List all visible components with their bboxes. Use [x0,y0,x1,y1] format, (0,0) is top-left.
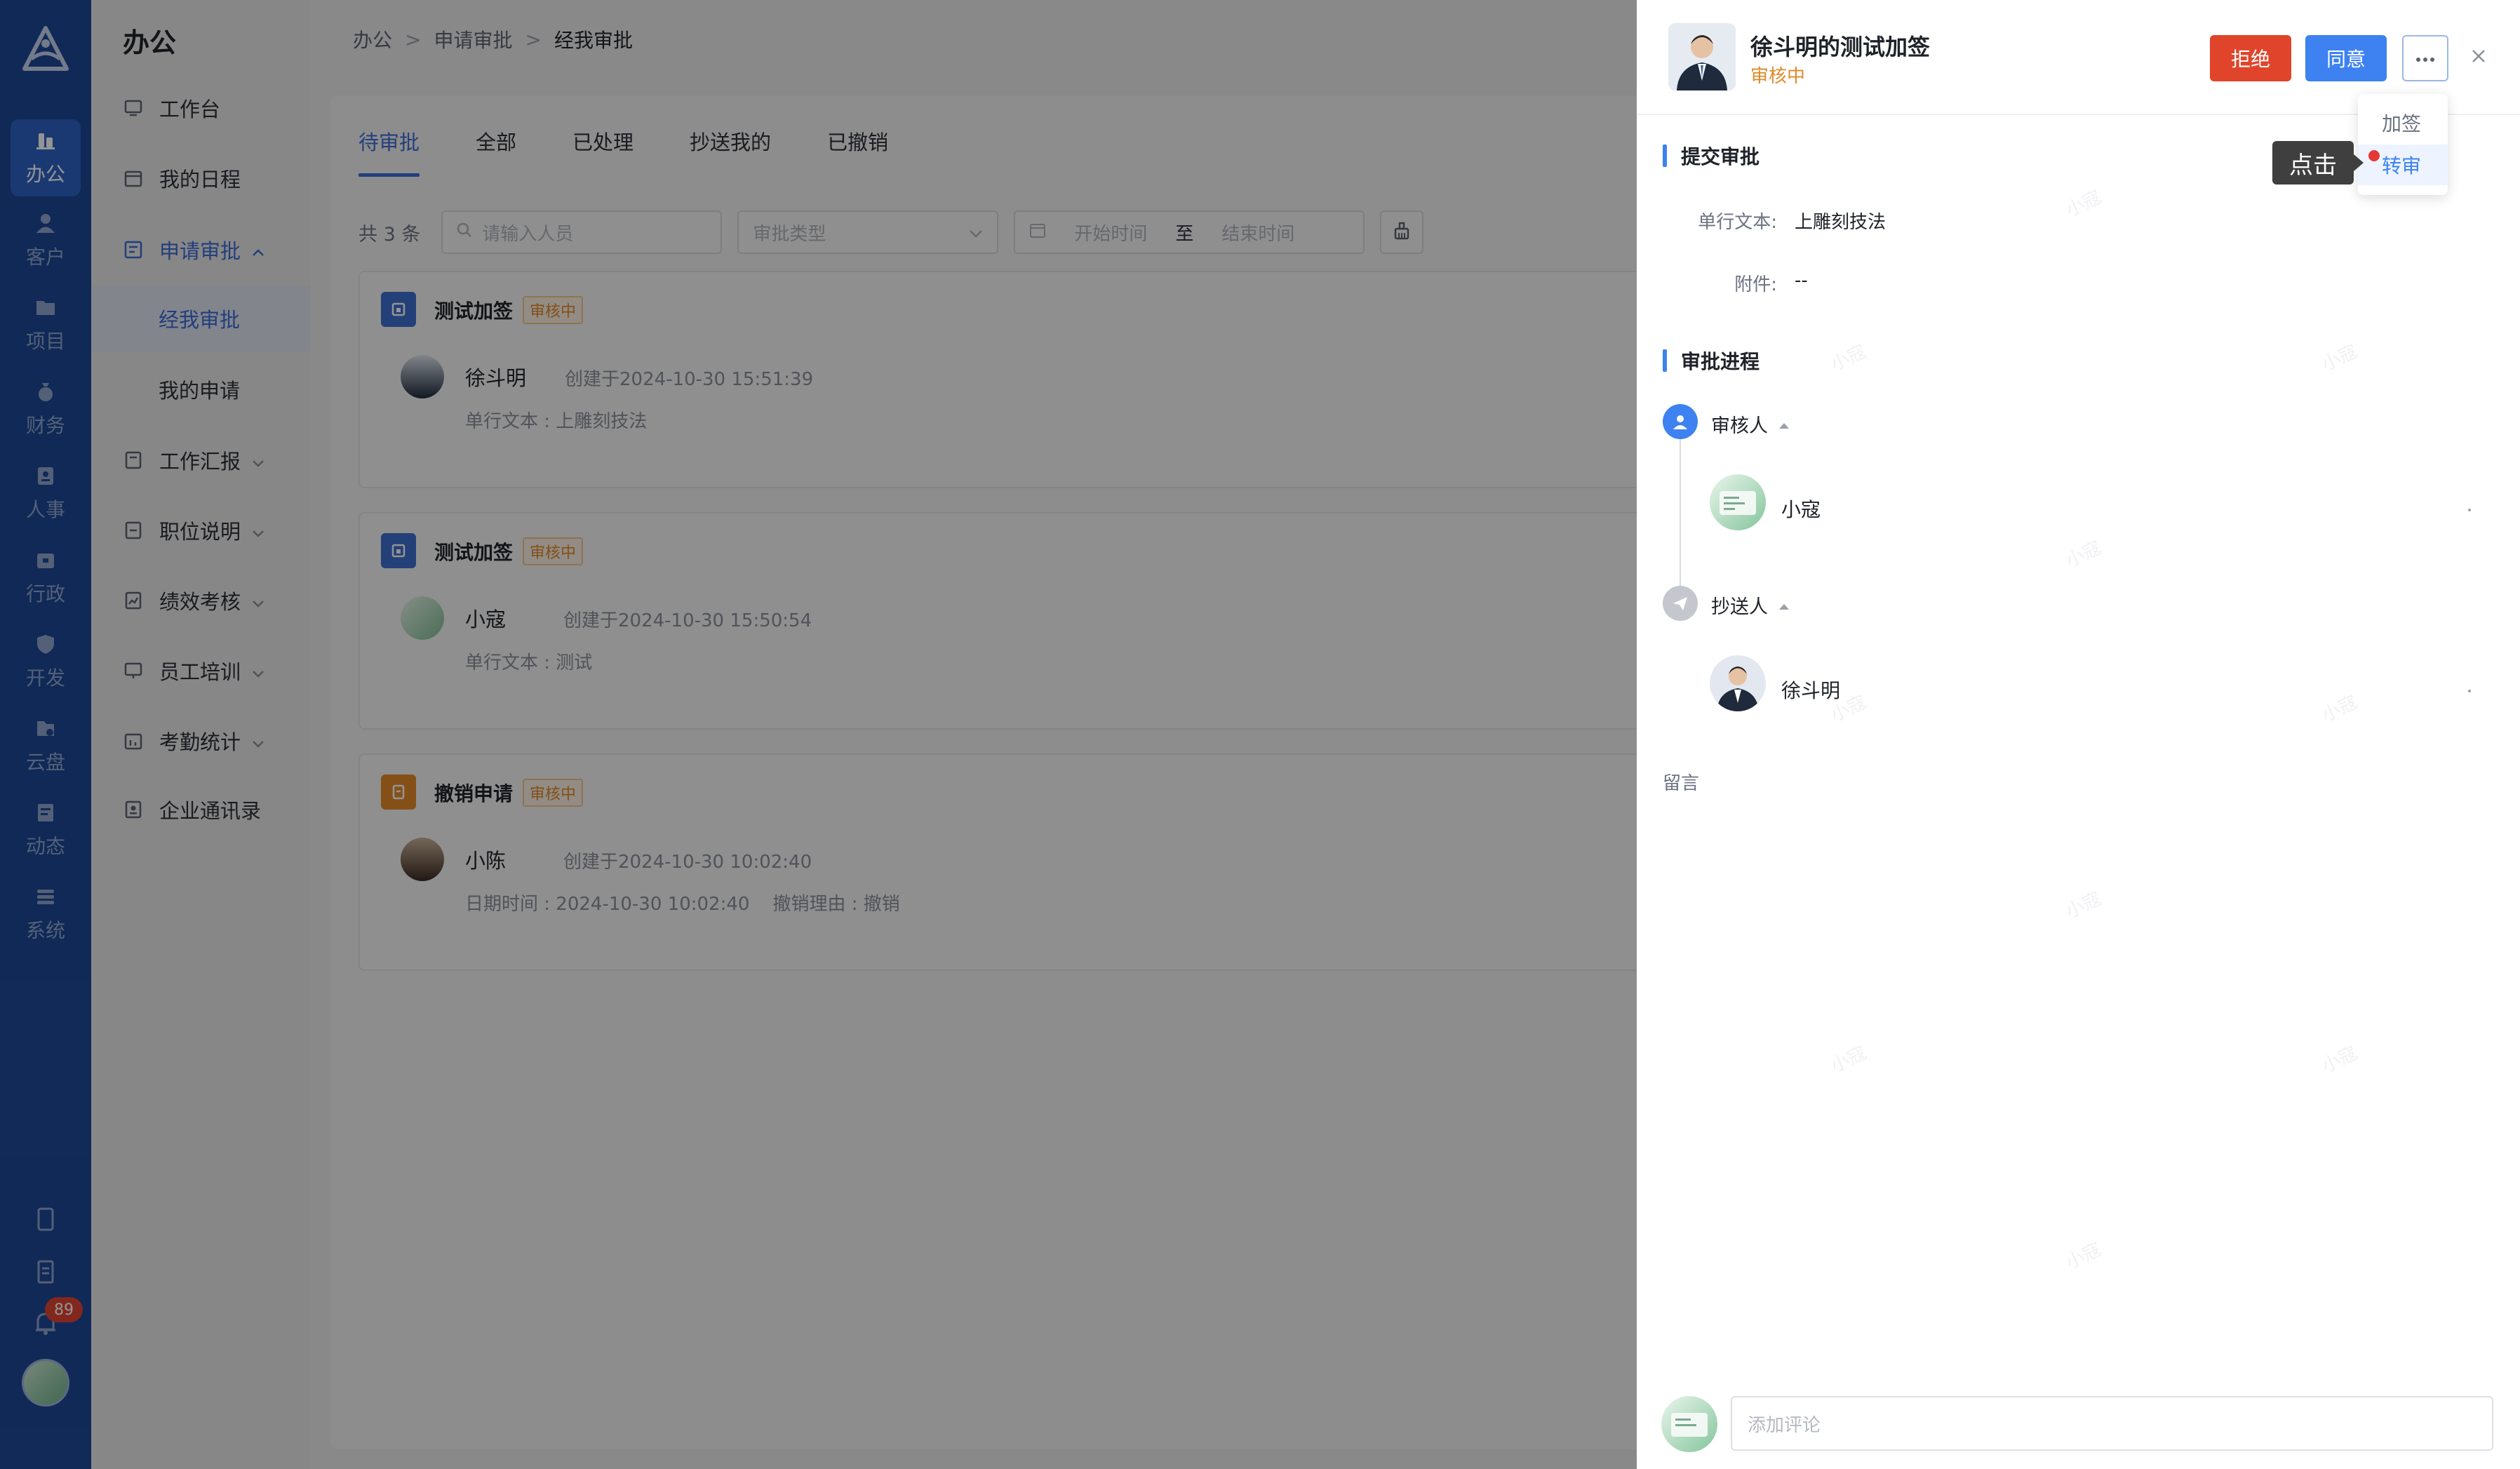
watermark: 小寇 [2319,341,2361,376]
cc-step-icon [1663,586,1698,621]
reviewer-step-icon [1663,404,1698,439]
drawer-backdrop[interactable] [0,0,1637,1469]
section-submit-title: 提交审批 [1663,142,1760,170]
reviewer-name: 小寇 [1781,498,1821,521]
more-actions-button[interactable] [2402,35,2448,81]
reject-button[interactable]: 拒绝 [2210,35,2291,81]
status-dot [2468,509,2471,511]
watermark: 小寇 [1828,1042,1870,1078]
cc-name: 徐斗明 [1781,679,1841,702]
field-value: 上雕刻技法 [1795,212,1886,233]
field-label: 附件: [1734,274,1777,295]
drawer-title: 徐斗明的测试加签 [1750,34,1931,60]
avatar [1668,23,1736,90]
leave-message-label: 留言 [1663,773,1700,794]
timeline-connector [1680,439,1681,588]
more-actions-menu: 加签 转审 [2358,94,2448,195]
agree-button[interactable]: 同意 [2305,35,2387,81]
watermark: 小寇 [2063,537,2105,572]
watermark: 小寇 [2319,1042,2361,1078]
watermark: 小寇 [2063,187,2105,222]
status-dot [2468,690,2471,692]
reviewer-step-label[interactable]: 审核人 [1711,410,1790,438]
more-icon [2415,52,2436,65]
watermark: 小寇 [2063,1239,2105,1274]
watermark: 小寇 [1828,341,1870,376]
approval-detail-drawer: 徐斗明的测试加签 审核中 拒绝 同意 加签 转审 点击 小寇 小寇 小寇 小寇 … [1637,0,2520,1469]
avatar [1710,474,1766,530]
status-badge: 审核中 [1750,66,1806,87]
caret-up-icon [1778,594,1790,616]
close-icon [2471,48,2486,67]
caret-up-icon [1778,413,1790,435]
comment-input[interactable]: 添加评论 [1731,1396,2493,1451]
avatar [1661,1396,1717,1452]
watermark: 小寇 [2063,888,2105,923]
menu-item-add-signer[interactable]: 加签 [2358,102,2448,143]
watermark: 小寇 [2319,692,2361,727]
cc-step-label[interactable]: 抄送人 [1711,591,1790,619]
close-button[interactable] [2465,43,2493,72]
avatar [1710,655,1766,711]
field-label: 单行文本: [1698,212,1777,233]
click-hint-tooltip: 点击 [2272,141,2364,185]
section-progress-title: 审批进程 [1663,347,1760,375]
field-value: -- [1795,270,1808,291]
click-indicator [2368,150,2380,161]
